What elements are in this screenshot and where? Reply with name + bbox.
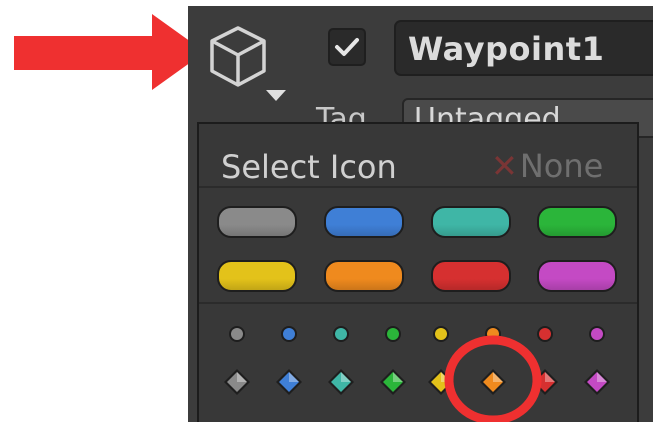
teal-label-icon[interactable] xyxy=(431,206,511,238)
red-label-icon[interactable] xyxy=(431,260,511,292)
object-name-text: Waypoint1 xyxy=(408,30,605,68)
object-name-field[interactable]: Waypoint1 xyxy=(394,20,653,76)
select-icon-popup: Select Icon ✕ None xyxy=(197,122,639,422)
divider xyxy=(199,186,637,188)
magenta-dot-icon[interactable] xyxy=(587,324,607,344)
green-dot-icon[interactable] xyxy=(383,324,403,344)
magenta-diamond-icon[interactable] xyxy=(583,368,611,396)
teal-diamond-icon[interactable] xyxy=(327,368,355,396)
none-x-icon: ✕ xyxy=(491,147,518,185)
magenta-label-icon[interactable] xyxy=(537,260,617,292)
active-checkbox[interactable] xyxy=(328,28,366,66)
checkmark-icon xyxy=(335,38,359,56)
blue-diamond-icon[interactable] xyxy=(275,368,303,396)
orange-label-icon[interactable] xyxy=(324,260,404,292)
none-label: None xyxy=(519,147,604,185)
green-diamond-icon[interactable] xyxy=(379,368,407,396)
gray-label-icon[interactable] xyxy=(217,206,297,238)
none-button[interactable]: ✕ None xyxy=(491,146,603,186)
gray-diamond-icon[interactable] xyxy=(223,368,251,396)
blue-label-icon[interactable] xyxy=(324,206,404,238)
gameobject-cube-icon[interactable] xyxy=(206,24,270,90)
popup-title: Select Icon xyxy=(221,148,397,186)
teal-dot-icon[interactable] xyxy=(331,324,351,344)
green-label-icon[interactable] xyxy=(537,206,617,238)
divider xyxy=(199,302,637,304)
gray-dot-icon[interactable] xyxy=(227,324,247,344)
icon-dropdown-arrow-icon[interactable] xyxy=(266,90,286,101)
blue-dot-icon[interactable] xyxy=(279,324,299,344)
annotation-arrow xyxy=(14,14,205,90)
annotation-highlight-circle xyxy=(444,335,542,422)
yellow-label-icon[interactable] xyxy=(217,260,297,292)
